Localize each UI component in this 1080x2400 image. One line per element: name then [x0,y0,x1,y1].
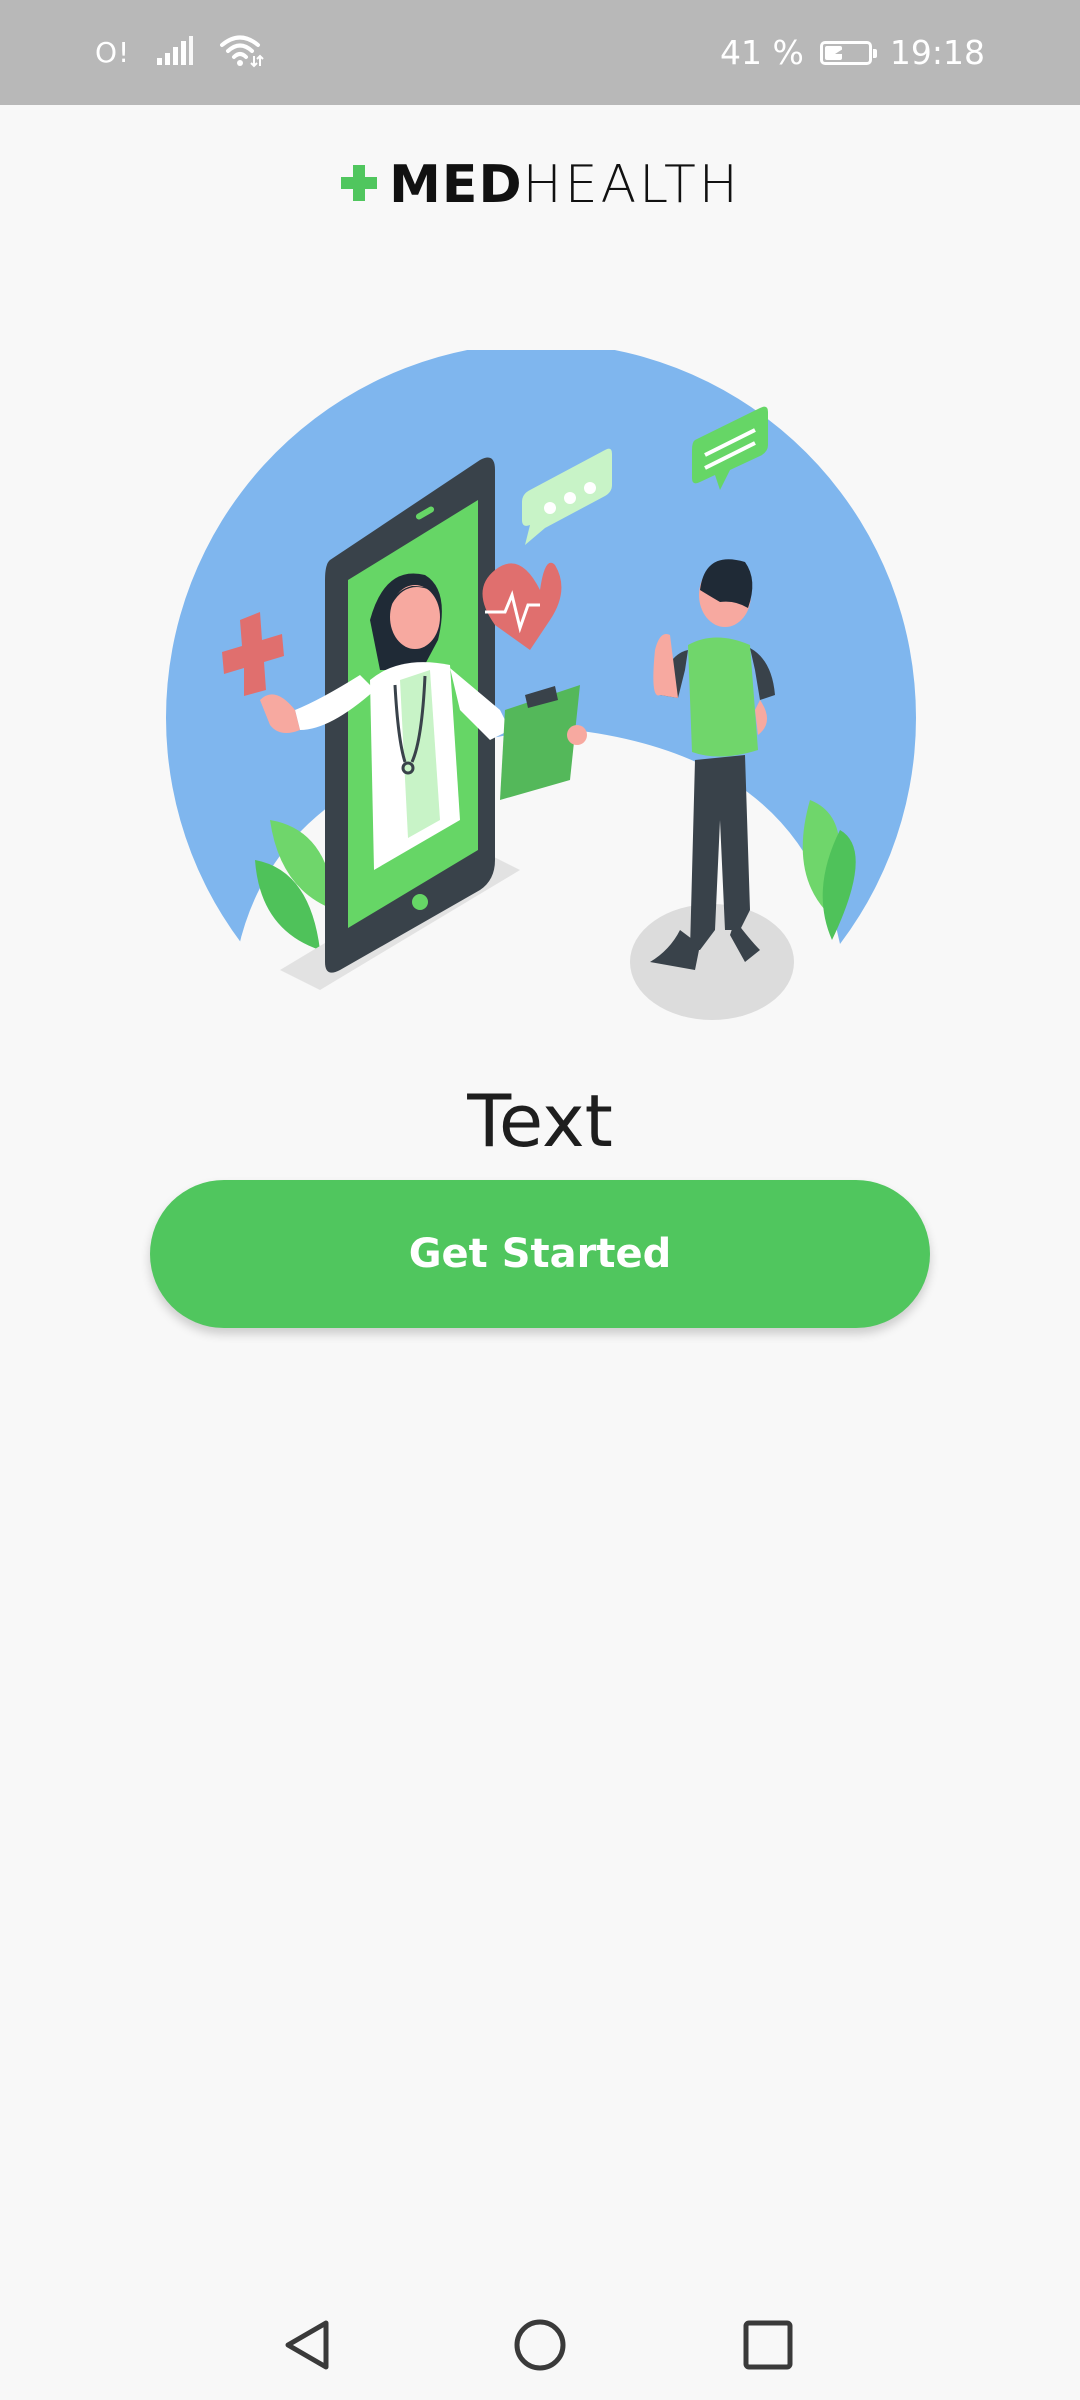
status-right: 41 % 19:18 [720,0,985,105]
onboarding-screen: O! 41 % 19:18 MEDHEALTH Text Get Started [0,0,1080,2400]
logo-text-med: MED [389,155,523,215]
recents-icon[interactable] [728,2305,808,2385]
medical-cross-icon [339,163,379,208]
telemedicine-illustration [160,342,920,1030]
battery-percent: 41 % [720,33,804,72]
status-left: O! [95,0,264,105]
logo-wordmark: MEDHEALTH [389,155,741,215]
wifi-icon [220,34,264,72]
logo-text-health: HEALTH [522,155,741,215]
carrier-name: O! [95,36,131,69]
battery-icon [819,40,877,65]
app-logo: MEDHEALTH [0,155,1080,215]
clock: 19:18 [889,33,985,72]
signal-icon [156,35,194,70]
system-nav-bar [0,2285,1080,2400]
get-started-button[interactable]: Get Started [150,1180,930,1328]
status-bar: O! 41 % 19:18 [0,0,1080,105]
charging-bolt-icon [834,46,855,59]
headline-text: Text [467,1079,613,1163]
back-icon[interactable] [268,2305,348,2385]
home-icon[interactable] [500,2305,580,2385]
